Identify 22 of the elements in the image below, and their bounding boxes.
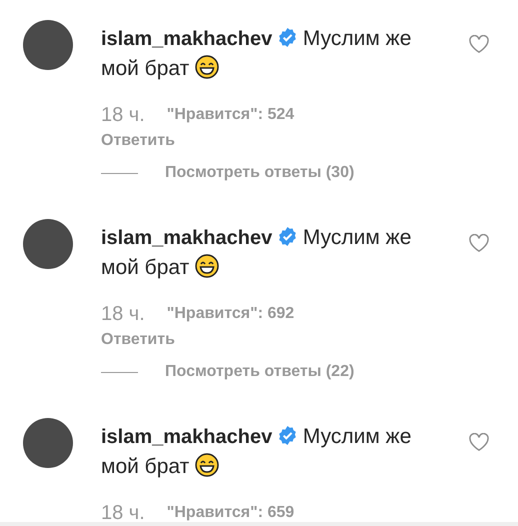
avatar-placeholder	[23, 418, 73, 468]
likes-count-link[interactable]: "Нравится": 524	[166, 103, 294, 127]
comment-text: islam_makhachev Муслим же мой брат	[101, 225, 412, 281]
grinning-face-icon	[195, 254, 220, 278]
comment-text: islam_makhachev Муслим же мой брат	[101, 26, 412, 82]
grinning-face-icon	[195, 55, 220, 79]
view-replies-link[interactable]: Посмотреть ответы (30)	[165, 161, 354, 185]
view-replies-link[interactable]: Посмотреть ответы (22)	[165, 360, 354, 384]
avatar-placeholder	[23, 219, 73, 269]
reply-link[interactable]: Ответить	[101, 328, 175, 348]
comment-time: 18 ч.	[101, 103, 145, 128]
heart-icon[interactable]	[469, 433, 489, 451]
heart-icon[interactable]	[469, 234, 489, 252]
comment-text: islam_makhachev Муслим же мой брат	[101, 424, 412, 480]
likes-count-link[interactable]: "Нравится": 659	[166, 501, 294, 525]
likes-count-link[interactable]: "Нравится": 692	[166, 302, 294, 326]
grinning-face-icon	[195, 453, 220, 477]
reply-link[interactable]: Ответить	[101, 129, 175, 149]
comment-time: 18 ч.	[101, 501, 145, 526]
comment-time: 18 ч.	[101, 302, 145, 327]
avatar-placeholder	[23, 20, 73, 70]
heart-icon[interactable]	[469, 35, 489, 53]
